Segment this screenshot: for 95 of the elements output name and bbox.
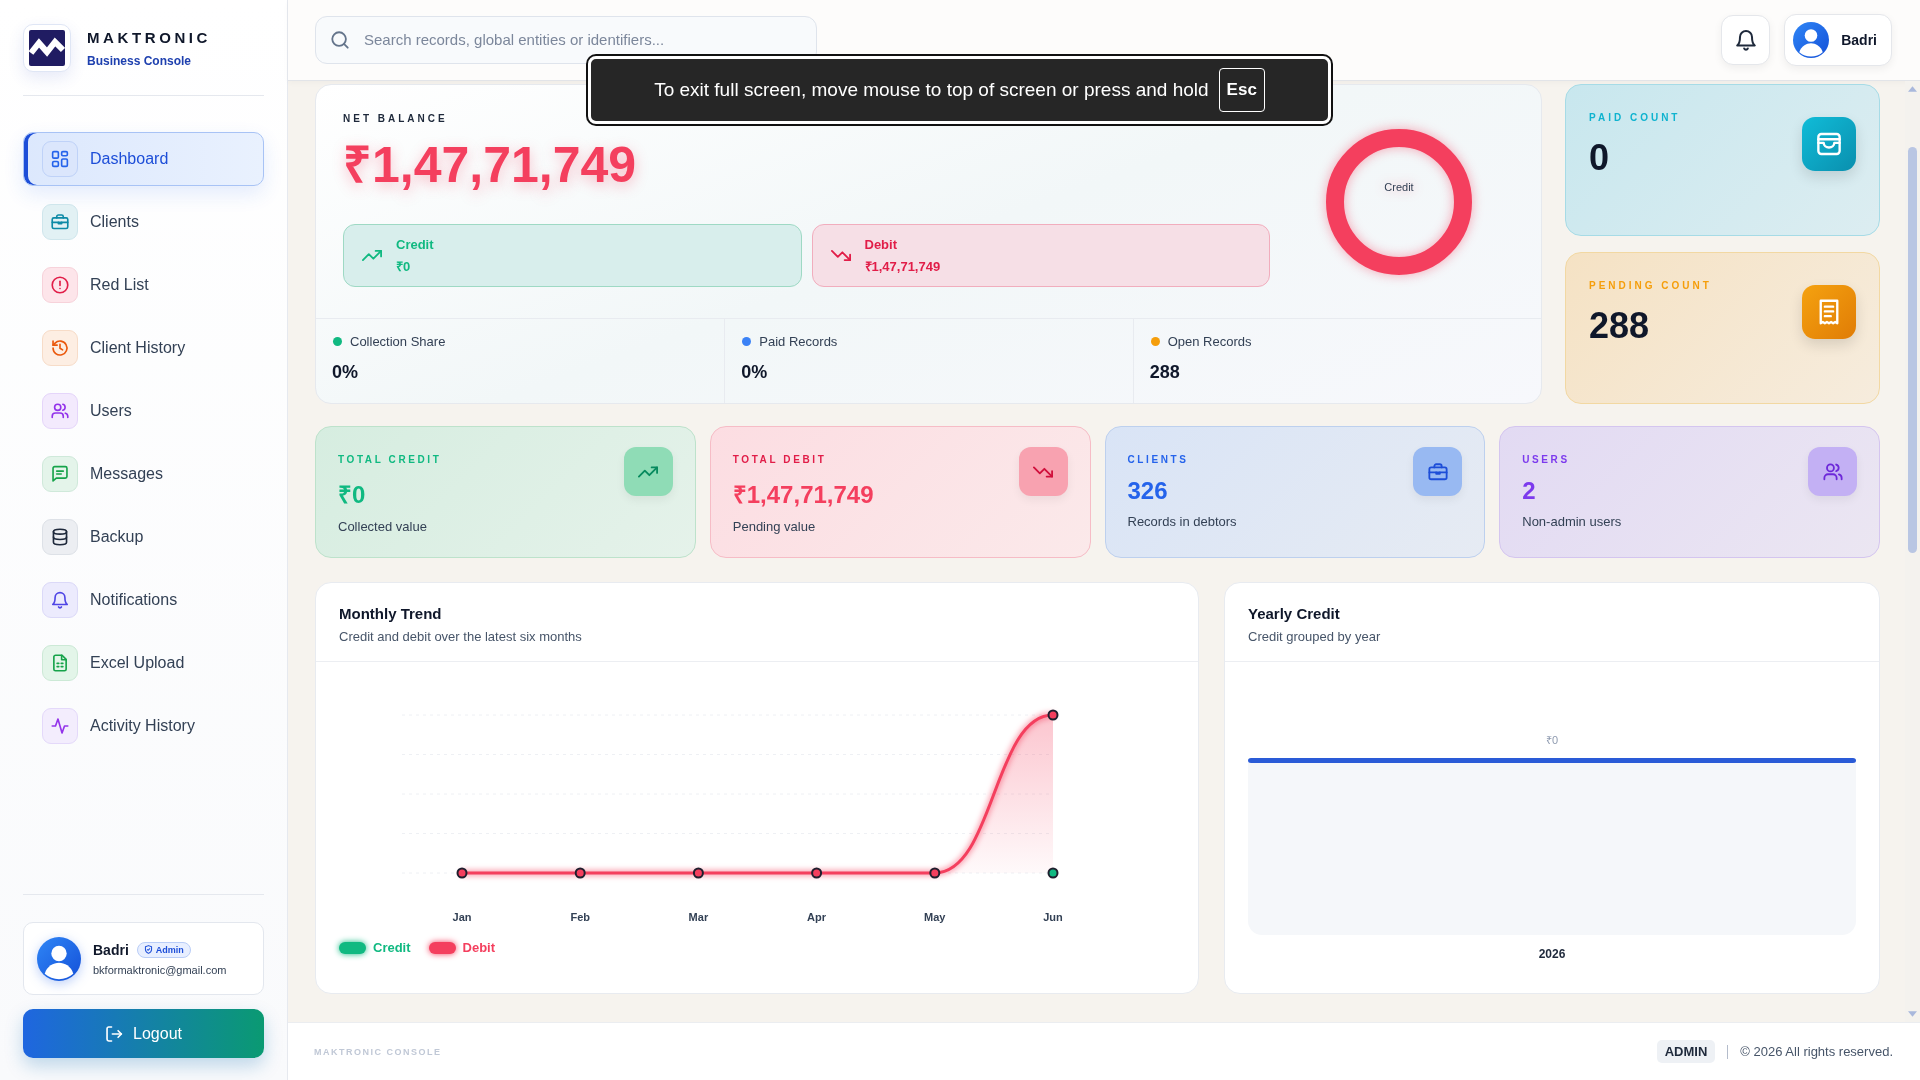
summary-amount: ₹1,47,71,749: [864, 257, 941, 275]
users-icon: [42, 393, 78, 429]
metric-label: Open Records: [1167, 334, 1252, 349]
role-label: Admin: [155, 944, 184, 955]
user-name: Badri: [93, 941, 129, 958]
trend-up-icon: [362, 249, 382, 262]
notifications-button[interactable]: [1721, 15, 1771, 65]
search-icon: [330, 29, 350, 50]
nav-item[interactable]: Notifications: [23, 573, 264, 627]
balance-amount: ₹1,47,71,749: [343, 138, 638, 193]
nav-item[interactable]: Excel Upload: [23, 636, 264, 690]
value-label: ₹0: [1545, 734, 1559, 746]
metric-value: 0%: [741, 362, 769, 383]
alert-icon: [42, 267, 78, 303]
count-value: 0: [1589, 137, 1611, 179]
trend-up-icon: [623, 447, 673, 496]
legend-label: Credit: [373, 940, 411, 955]
footer-brand: MAKTRONIC CONSOLE: [314, 1046, 442, 1057]
axis-label: Jan: [452, 911, 472, 923]
donut-label: Credit: [1384, 181, 1414, 193]
chart-title: Yearly Credit: [1248, 605, 1341, 622]
stat-value: 326: [1127, 477, 1169, 505]
nav-item[interactable]: Clients: [23, 195, 264, 249]
stat-caption: Non-admin users: [1522, 514, 1622, 529]
summary-label: Credit: [396, 236, 434, 252]
copyright-text: © 2026 All rights reserved.: [1740, 1044, 1893, 1059]
metric-label: Collection Share: [350, 334, 446, 349]
axis-label: Feb: [570, 911, 590, 923]
receipt-icon: [1802, 285, 1856, 339]
brand-logo: [23, 24, 71, 72]
count-label: PAID COUNT: [1589, 112, 1681, 123]
scrollbar-thumb[interactable]: [1908, 147, 1917, 553]
nav-item[interactable]: Users: [23, 384, 264, 438]
axis-label: Mar: [688, 911, 709, 923]
brand-name: MAKTRONIC: [87, 28, 212, 46]
nav-item[interactable]: Client History: [23, 321, 264, 375]
stat-label: TOTAL DEBIT: [732, 454, 828, 465]
trend-down-icon: [1018, 447, 1068, 496]
legend-label: Debit: [462, 940, 496, 955]
metric-value: 288: [1149, 362, 1181, 383]
nav-item[interactable]: Backup: [23, 510, 264, 564]
search-field[interactable]: Search records, global entities or identifiers...: [315, 15, 817, 64]
bell-icon: [1734, 29, 1757, 51]
logout-button[interactable]: Logout: [23, 1009, 264, 1058]
stat-value: ₹0: [338, 480, 367, 510]
scroll-up-icon[interactable]: [1908, 86, 1917, 92]
chart-subtitle: Credit grouped by year: [1248, 629, 1382, 644]
nav-item[interactable]: Red List: [23, 258, 264, 312]
chart-subtitle: Credit and debit over the latest six months: [339, 629, 583, 644]
balance-label: NET BALANCE: [343, 113, 449, 124]
metric-value: 0%: [332, 362, 359, 383]
bell-icon: [42, 582, 78, 618]
stat-caption: Pending value: [732, 519, 817, 534]
shield-icon: [143, 945, 153, 954]
scroll-down-icon[interactable]: [1908, 1011, 1917, 1017]
stat-label: TOTAL CREDIT: [338, 454, 442, 465]
summary-amount: ₹0: [396, 257, 412, 275]
count-value: 288: [1589, 305, 1651, 347]
briefcase-icon: [42, 204, 78, 240]
stat-label: USERS: [1522, 454, 1571, 465]
summary-label: Debit: [864, 236, 898, 252]
trend-down-icon: [830, 249, 851, 262]
axis-label: May: [924, 911, 946, 923]
nav-item[interactable]: Dashboard: [23, 132, 264, 186]
key-hint: Esc: [1218, 68, 1265, 112]
user-email: bkformaktronic@gmail.com: [93, 963, 227, 976]
stat-value: 2: [1522, 477, 1537, 505]
history-icon: [42, 330, 78, 366]
notice-text: To exit full screen, move mouse to top of screen or press and hold: [654, 79, 1209, 101]
stat-label: CLIENTS: [1127, 454, 1190, 465]
briefcase-icon: [1413, 447, 1463, 496]
stat-caption: Collected value: [338, 519, 428, 534]
count-label: PENDING COUNT: [1589, 280, 1712, 291]
role-badge: ADMIN: [1656, 1040, 1716, 1063]
grid-icon: [42, 141, 78, 177]
axis-label: Jun: [1043, 911, 1063, 923]
profile-button[interactable]: Badri: [1784, 14, 1892, 66]
database-icon: [42, 519, 78, 555]
nav-item[interactable]: Messages: [23, 447, 264, 501]
avatar-icon: [37, 936, 81, 981]
axis-label: Apr: [807, 911, 827, 923]
avatar-icon: [1793, 22, 1830, 58]
logout-icon: [105, 1024, 124, 1043]
axis-label: 2026: [1538, 947, 1566, 961]
pulse-icon: [42, 708, 78, 744]
brand-subtitle: Business Console: [87, 53, 193, 68]
nav-item[interactable]: Activity History: [23, 699, 264, 753]
users-icon: [1808, 447, 1857, 496]
stat-value: ₹1,47,71,749: [732, 480, 874, 510]
spreadsheet-icon: [42, 645, 78, 681]
chart-title: Monthly Trend: [339, 605, 443, 622]
inbox-icon: [1802, 117, 1856, 171]
metric-label: Paid Records: [759, 334, 838, 349]
chat-icon: [42, 456, 78, 492]
stat-caption: Records in debtors: [1127, 514, 1237, 529]
